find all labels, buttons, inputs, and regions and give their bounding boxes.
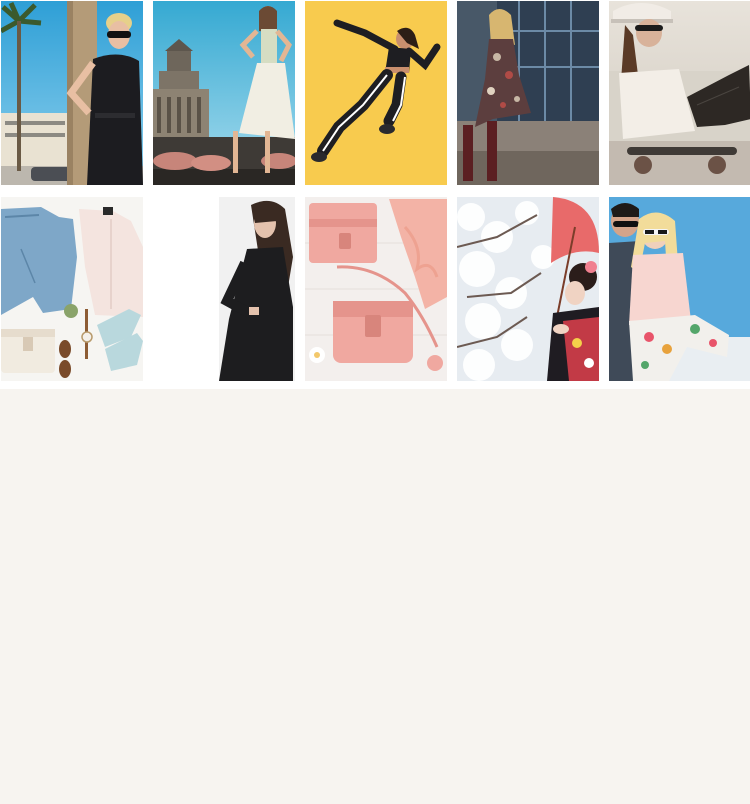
gallery-image-flat-lay-jeans[interactable] [1, 197, 143, 381]
image-gallery [0, 0, 750, 389]
gallery-image-pink-bags[interactable] [305, 197, 447, 381]
page [0, 0, 750, 804]
gallery-row [0, 197, 750, 381]
gallery-row [0, 1, 750, 185]
gallery-image-woman-floral-dress-street[interactable] [457, 1, 599, 185]
gallery-image-couple-blue-wall[interactable] [609, 197, 750, 381]
gallery-image-woman-black-jumpsuit[interactable] [1, 1, 143, 185]
gallery-image-woman-cap-skateboard[interactable] [609, 1, 750, 185]
gallery-image-woman-running-yellow[interactable] [305, 1, 447, 185]
gallery-image-woman-black-outfit[interactable] [153, 197, 295, 381]
gallery-image-woman-white-skirt-rooftop[interactable] [153, 1, 295, 185]
gallery-image-kimono-parasol[interactable] [457, 197, 599, 381]
